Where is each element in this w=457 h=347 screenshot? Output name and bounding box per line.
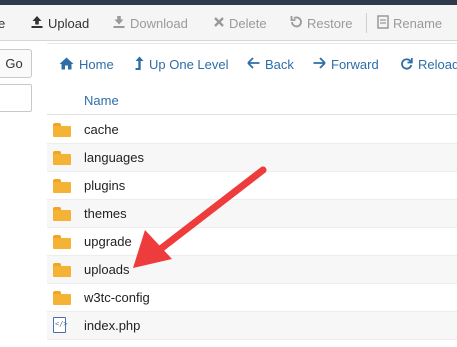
delete-label: Delete xyxy=(229,15,267,31)
go-button[interactable]: Go xyxy=(0,49,32,78)
delete-button[interactable]: Delete xyxy=(213,5,267,41)
list-item-name: cache xyxy=(84,122,119,137)
navigation-bar: Home Up One Level Back Forward Reload xyxy=(47,43,457,83)
folder-icon xyxy=(53,179,71,193)
rename-label: Rename xyxy=(393,15,443,31)
list-item[interactable]: cache xyxy=(47,116,457,144)
up-one-level-button[interactable]: Up One Level xyxy=(135,44,229,84)
rename-icon xyxy=(377,15,389,31)
list-item-name: themes xyxy=(84,206,127,221)
list-item[interactable]: w3tc-config xyxy=(47,284,457,312)
delete-icon xyxy=(213,16,225,30)
go-label: Go xyxy=(5,56,23,71)
toolbar-clipped-item[interactable]: e xyxy=(0,5,5,41)
php-file-icon: </> xyxy=(53,317,68,335)
restore-icon xyxy=(289,15,303,31)
reload-icon xyxy=(400,57,413,72)
level-up-icon xyxy=(135,56,144,73)
folder-icon xyxy=(53,151,71,165)
toolbar-separator xyxy=(366,13,367,33)
download-icon xyxy=(112,15,126,31)
list-header: Name xyxy=(47,86,457,115)
folder-icon xyxy=(53,291,71,305)
arrow-left-icon xyxy=(247,57,260,71)
reload-label: Reload xyxy=(418,56,457,72)
arrow-right-icon xyxy=(313,57,326,71)
list-item[interactable]: upgrade xyxy=(47,228,457,256)
list-item[interactable]: </> index.php xyxy=(47,312,457,340)
tree-path-input[interactable] xyxy=(0,84,32,112)
list-item[interactable]: themes xyxy=(47,200,457,228)
list-item-name: index.php xyxy=(84,318,141,333)
toolbar-clipped-label: e xyxy=(0,15,6,31)
file-browser-panel: Home Up One Level Back Forward Reload Na… xyxy=(47,43,457,347)
home-label: Home xyxy=(79,56,114,72)
upload-label: Upload xyxy=(48,15,90,31)
name-column-header[interactable]: Name xyxy=(84,93,119,108)
list-item[interactable]: uploads xyxy=(47,256,457,284)
up-one-level-label: Up One Level xyxy=(149,56,229,72)
forward-button[interactable]: Forward xyxy=(313,44,379,84)
reload-button[interactable]: Reload xyxy=(400,44,457,84)
file-toolbar: e Upload Download Delete Restore Rename xyxy=(0,5,457,41)
list-item-name: languages xyxy=(84,150,144,165)
back-button[interactable]: Back xyxy=(247,44,294,84)
list-item-name: w3tc-config xyxy=(84,290,150,305)
download-label: Download xyxy=(130,15,188,31)
list-item-name: plugins xyxy=(84,178,126,193)
list-item-name: uploads xyxy=(84,262,130,277)
folder-icon xyxy=(53,235,71,249)
list-item[interactable]: plugins xyxy=(47,172,457,200)
folder-icon xyxy=(53,207,71,221)
forward-label: Forward xyxy=(331,56,379,72)
folder-icon xyxy=(53,123,71,137)
back-label: Back xyxy=(265,56,294,72)
folder-icon xyxy=(53,263,71,277)
upload-icon xyxy=(30,15,44,31)
restore-button[interactable]: Restore xyxy=(289,5,353,41)
home-icon xyxy=(59,57,74,72)
home-button[interactable]: Home xyxy=(59,44,114,84)
rename-button[interactable]: Rename xyxy=(377,5,442,41)
list-item-name: upgrade xyxy=(84,234,132,249)
restore-label: Restore xyxy=(307,15,353,31)
upload-button[interactable]: Upload xyxy=(30,5,89,41)
download-button[interactable]: Download xyxy=(112,5,188,41)
list-item[interactable]: languages xyxy=(47,144,457,172)
